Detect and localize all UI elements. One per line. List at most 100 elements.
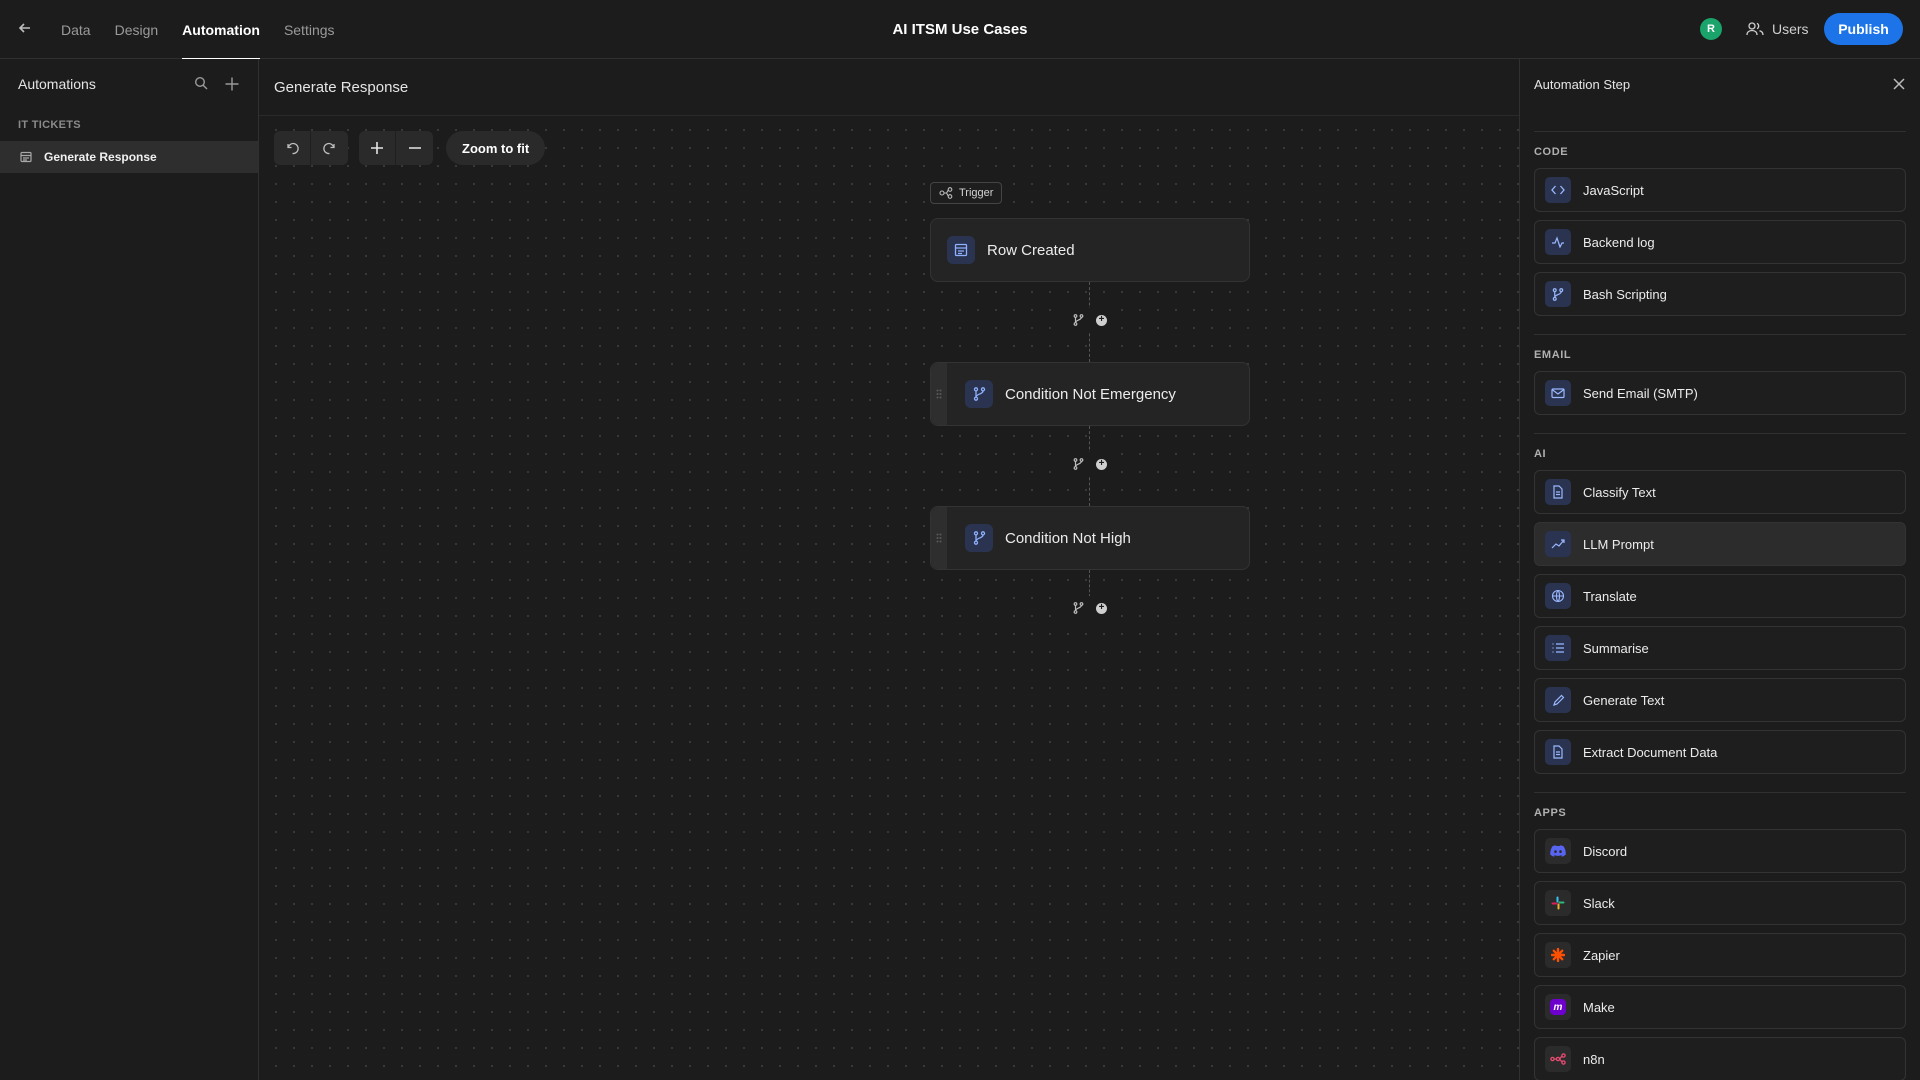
node-label: Condition Not Emergency	[1005, 385, 1176, 403]
step-slack[interactable]: Slack	[1534, 881, 1906, 925]
trigger-label: Trigger	[959, 187, 994, 199]
step-label: Summarise	[1583, 640, 1649, 656]
step-backend-log[interactable]: Backend log	[1534, 220, 1906, 264]
table-icon	[20, 151, 32, 163]
pulse-icon	[1545, 229, 1571, 255]
node-row-created[interactable]: Row Created	[930, 218, 1250, 282]
users-button[interactable]: Users	[1746, 16, 1809, 42]
tab-design[interactable]: Design	[103, 0, 171, 59]
document-icon	[1545, 739, 1571, 765]
sidebar-item-generate-response[interactable]: Generate Response	[0, 141, 258, 173]
step-label: Send Email (SMTP)	[1583, 385, 1698, 401]
step-label: Bash Scripting	[1583, 286, 1667, 302]
automation-canvas[interactable]: Generate Response Zoom to fit Trigger Ro…	[259, 59, 1519, 1080]
sidebar-title: Automations	[18, 76, 96, 92]
history-toolbar	[274, 131, 348, 165]
step-generate-text[interactable]: Generate Text	[1534, 678, 1906, 722]
branch-icon[interactable]	[1073, 602, 1084, 614]
branch-icon	[965, 380, 993, 408]
back-arrow-icon[interactable]	[16, 19, 34, 37]
publish-button[interactable]: Publish	[1824, 13, 1903, 45]
add-automation-icon[interactable]	[224, 76, 240, 92]
node-condition-not-high[interactable]: Condition Not High	[930, 506, 1250, 570]
tab-settings[interactable]: Settings	[272, 0, 347, 59]
step-label: Extract Document Data	[1583, 744, 1718, 760]
step-classify-text[interactable]: Classify Text	[1534, 470, 1906, 514]
code-icon	[1545, 177, 1571, 203]
node-label: Condition Not High	[1005, 529, 1131, 547]
step-zapier[interactable]: Zapier	[1534, 933, 1906, 977]
table-icon	[947, 236, 975, 264]
discord-icon	[1545, 838, 1571, 864]
automation-step-panel: Automation Step CODE JavaScript Backend …	[1519, 59, 1920, 1080]
step-label: Translate	[1583, 588, 1637, 604]
step-make[interactable]: m Make	[1534, 985, 1906, 1029]
zapier-icon	[1545, 942, 1571, 968]
drag-handle-icon[interactable]	[931, 363, 947, 425]
section-label-code: CODE	[1534, 146, 1569, 158]
step-bash-scripting[interactable]: Bash Scripting	[1534, 272, 1906, 316]
step-label: Backend log	[1583, 234, 1655, 250]
sidebar-item-label: Generate Response	[44, 150, 157, 164]
step-llm-prompt[interactable]: LLM Prompt	[1534, 522, 1906, 566]
canvas-title: Generate Response	[259, 59, 1519, 116]
add-step-icon[interactable]: +	[1096, 602, 1107, 614]
divider	[1534, 131, 1906, 132]
slack-icon	[1545, 890, 1571, 916]
step-insert-controls: +	[1062, 596, 1118, 620]
node-condition-not-emergency[interactable]: Condition Not Emergency	[930, 362, 1250, 426]
step-insert-controls: +	[1062, 452, 1118, 476]
branch-icon[interactable]	[1073, 314, 1084, 326]
document-icon	[1545, 479, 1571, 505]
panel-header: Automation Step	[1520, 59, 1920, 109]
section-label-apps: APPS	[1534, 807, 1567, 819]
step-label: Make	[1583, 999, 1615, 1015]
zoom-to-fit-button[interactable]: Zoom to fit	[446, 131, 546, 165]
step-extract-document-data[interactable]: Extract Document Data	[1534, 730, 1906, 774]
undo-icon[interactable]	[274, 131, 311, 165]
section-label-email: EMAIL	[1534, 349, 1572, 361]
step-send-email-smtp[interactable]: Send Email (SMTP)	[1534, 371, 1906, 415]
top-bar: Data Design Automation Settings AI ITSM …	[0, 0, 1920, 60]
add-step-icon[interactable]: +	[1096, 458, 1107, 470]
step-discord[interactable]: Discord	[1534, 829, 1906, 873]
divider	[1534, 334, 1906, 335]
users-label: Users	[1772, 21, 1809, 37]
trend-icon	[1545, 531, 1571, 557]
automations-sidebar: Automations IT TICKETS Generate Response	[0, 59, 259, 1080]
pencil-icon	[1545, 687, 1571, 713]
step-label: Zapier	[1583, 947, 1620, 963]
step-n8n[interactable]: n8n	[1534, 1037, 1906, 1080]
n8n-icon	[1545, 1046, 1571, 1072]
tab-automation[interactable]: Automation	[170, 0, 272, 60]
node-label: Row Created	[987, 241, 1075, 259]
branch-icon[interactable]	[1073, 458, 1084, 470]
drag-handle-icon[interactable]	[931, 507, 947, 569]
step-summarise[interactable]: Summarise	[1534, 626, 1906, 670]
branch-icon	[965, 524, 993, 552]
search-icon[interactable]	[194, 76, 208, 92]
top-nav: Data Design Automation Settings	[49, 0, 347, 60]
step-label: LLM Prompt	[1583, 536, 1654, 552]
step-insert-controls: +	[1062, 308, 1118, 332]
step-javascript[interactable]: JavaScript	[1534, 168, 1906, 212]
globe-icon	[1545, 583, 1571, 609]
sidebar-actions	[194, 76, 240, 92]
step-label: Classify Text	[1583, 484, 1656, 500]
avatar[interactable]: R	[1700, 18, 1722, 40]
panel-title: Automation Step	[1534, 76, 1631, 92]
trigger-tag: Trigger	[930, 182, 1003, 204]
redo-icon[interactable]	[311, 131, 348, 165]
trigger-icon	[939, 187, 953, 199]
step-translate[interactable]: Translate	[1534, 574, 1906, 618]
add-step-icon[interactable]: +	[1096, 314, 1107, 326]
close-icon[interactable]	[1892, 77, 1906, 91]
users-icon	[1746, 22, 1764, 36]
mail-icon	[1545, 380, 1571, 406]
step-label: Discord	[1583, 843, 1628, 859]
zoom-in-icon[interactable]	[359, 131, 396, 165]
zoom-out-icon[interactable]	[396, 131, 433, 165]
sidebar-header: Automations	[0, 59, 258, 109]
divider	[1534, 792, 1906, 793]
tab-data[interactable]: Data	[49, 0, 103, 59]
